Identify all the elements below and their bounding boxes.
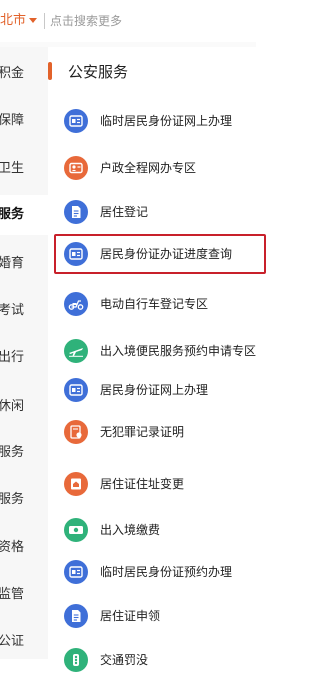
sidebar-item-label: 积金	[0, 66, 25, 81]
service-item[interactable]: 居住证住址变更	[54, 464, 256, 504]
service-label: 临时居民身份证预约办理	[100, 565, 233, 579]
id-card-icon	[64, 242, 88, 266]
sidebar-item[interactable]: 考试	[0, 291, 48, 331]
sidebar-item[interactable]: 服务	[0, 480, 48, 520]
sidebar-item[interactable]: 积金	[0, 54, 48, 94]
sidebar-item-label: 考试	[0, 303, 25, 318]
service-item[interactable]: 电动自行车登记专区	[54, 284, 256, 324]
service-item[interactable]: 出入境便民服务预约申请专区	[54, 331, 256, 371]
service-item[interactable]: 居民身份证网上办理	[54, 370, 256, 410]
sidebar-item[interactable]: 卫生	[0, 149, 48, 189]
residence-permit-icon	[64, 472, 88, 496]
service-label: 居住登记	[100, 205, 149, 219]
caret-down-icon[interactable]	[29, 18, 38, 23]
service-label: 居住证申领	[100, 609, 161, 623]
city-label[interactable]: 北市	[0, 13, 26, 28]
sidebar-item-label: 服务	[0, 445, 25, 460]
search-divider	[44, 13, 45, 29]
service-item[interactable]: 居住证申领	[54, 596, 256, 636]
top-search-bar: 北市	[0, 0, 256, 43]
sidebar-item-label: 服务	[0, 492, 25, 507]
sidebar-item[interactable]: 资格	[0, 528, 48, 568]
sidebar-item[interactable]: 保障	[0, 101, 48, 141]
service-label: 无犯罪记录证明	[100, 425, 185, 439]
service-item[interactable]: 临时居民身份证网上办理	[54, 101, 256, 141]
sidebar-item[interactable]: 服务	[0, 195, 48, 235]
id-card-icon	[64, 560, 88, 584]
service-label: 出入境缴费	[100, 523, 161, 537]
payment-icon	[64, 518, 88, 542]
sidebar-item[interactable]: 监管	[0, 575, 48, 615]
sidebar-item[interactable]: 休闲	[0, 387, 48, 427]
service-label: 居民身份证办证进度查询	[100, 247, 233, 261]
certificate-icon	[64, 420, 88, 444]
service-item[interactable]: 交通罚没	[54, 640, 256, 680]
service-label: 临时居民身份证网上办理	[100, 114, 233, 128]
category-sidebar: 积金 保障 卫生 服务 婚育 考试 出行 休闲 服务 服务 资格 监管 公证	[0, 47, 48, 659]
sidebar-item-label: 婚育	[0, 256, 25, 271]
service-label: 电动自行车登记专区	[100, 297, 209, 311]
scooter-icon	[64, 292, 88, 316]
city-selector[interactable]: 北市	[0, 11, 38, 31]
sidebar-item-label: 资格	[0, 540, 25, 555]
sidebar-item-label: 休闲	[0, 399, 25, 414]
sidebar-item-label: 监管	[0, 587, 25, 602]
sidebar-item-label: 卫生	[0, 161, 25, 176]
search-input[interactable]	[50, 10, 240, 32]
service-label: 交通罚没	[100, 653, 149, 667]
sidebar-item-label: 公证	[0, 634, 25, 649]
sidebar-item-label: 保障	[0, 113, 25, 128]
service-label: 居民身份证网上办理	[100, 383, 209, 397]
sidebar-item-label: 服务	[0, 207, 25, 222]
household-icon	[64, 156, 88, 180]
service-item[interactable]: 临时居民身份证预约办理	[54, 552, 256, 592]
document-icon	[64, 200, 88, 224]
service-label: 出入境便民服务预约申请专区	[100, 344, 257, 358]
sidebar-item-label: 出行	[0, 350, 25, 365]
sidebar-item[interactable]: 出行	[0, 338, 48, 378]
sidebar-item[interactable]: 婚育	[0, 244, 48, 284]
document-icon	[64, 604, 88, 628]
traffic-icon	[64, 648, 88, 672]
sidebar-item[interactable]: 服务	[0, 433, 48, 473]
id-card-icon	[64, 109, 88, 133]
sidebar-item[interactable]: 公证	[0, 622, 48, 662]
service-item[interactable]: 居民身份证办证进度查询	[54, 234, 266, 274]
service-item[interactable]: 出入境缴费	[54, 510, 256, 550]
section-title: 公安服务	[68, 63, 129, 81]
service-item[interactable]: 居住登记	[54, 192, 256, 232]
service-label: 户政全程网办专区	[100, 161, 197, 175]
service-label: 居住证住址变更	[100, 477, 185, 491]
section-accent-bar	[48, 62, 52, 80]
service-list-panel: 公安服务 临时居民身份证网上办理 户政全程网办专区 居住登记居民身份证办证进度查询电…	[48, 47, 266, 672]
service-item[interactable]: 无犯罪记录证明	[54, 412, 256, 452]
airplane-icon	[64, 339, 88, 363]
service-item[interactable]: 户政全程网办专区	[54, 148, 256, 188]
id-card-icon	[64, 378, 88, 402]
